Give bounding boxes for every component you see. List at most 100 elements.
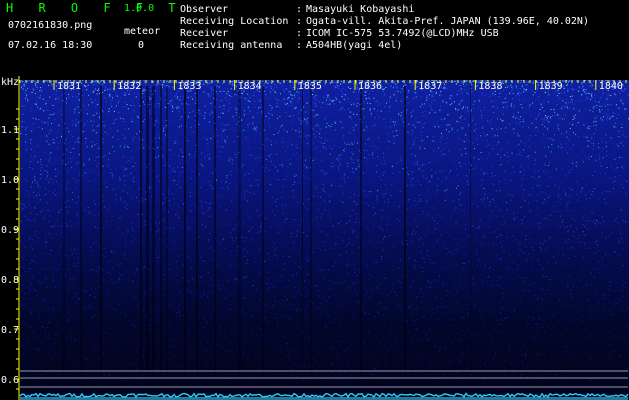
noise-speckle (209, 207, 210, 209)
noise-speckle (384, 171, 386, 173)
noise-speckle (290, 190, 292, 192)
noise-speckle (571, 95, 573, 97)
noise-speckle (600, 97, 601, 99)
noise-speckle (567, 81, 569, 83)
noise-speckle (94, 184, 96, 186)
noise-speckle (422, 325, 424, 327)
noise-speckle (38, 194, 40, 196)
noise-speckle (82, 346, 84, 347)
noise-speckle (163, 157, 165, 159)
noise-speckle (165, 86, 167, 88)
noise-speckle (275, 98, 277, 100)
noise-speckle (601, 216, 603, 217)
noise-speckle (289, 85, 291, 87)
noise-speckle (400, 310, 402, 312)
noise-speckle (244, 98, 246, 99)
noise-speckle (98, 83, 100, 85)
noise-speckle (533, 142, 535, 144)
noise-speckle (97, 227, 99, 229)
noise-speckle (502, 296, 504, 298)
noise-speckle (527, 284, 529, 286)
noise-speckle (38, 272, 40, 274)
noise-speckle (509, 123, 511, 125)
noise-speckle (344, 175, 346, 177)
antenna-label: Receiving antenna (180, 40, 283, 51)
noise-speckle (588, 140, 590, 142)
noise-speckle (513, 364, 515, 366)
noise-speckle (358, 163, 360, 165)
noise-speckle (539, 223, 541, 225)
noise-speckle (548, 238, 550, 240)
noise-speckle (231, 243, 233, 245)
noise-speckle (433, 150, 435, 152)
noise-speckle (447, 242, 449, 244)
noise-speckle (498, 154, 500, 156)
noise-speckle (551, 144, 553, 146)
noise-speckle (373, 108, 375, 110)
noise-speckle (367, 97, 369, 99)
noise-speckle (193, 332, 195, 334)
noise-speckle (441, 153, 443, 155)
noise-speckle (384, 325, 386, 327)
noise-speckle (598, 143, 600, 145)
noise-speckle (503, 369, 505, 371)
noise-speckle (53, 226, 55, 228)
noise-speckle (133, 120, 135, 122)
noise-speckle (247, 99, 249, 101)
noise-speckle (241, 119, 242, 121)
noise-speckle (472, 80, 474, 81)
noise-speckle (548, 367, 550, 369)
noise-speckle (119, 218, 121, 219)
noise-speckle (619, 356, 621, 358)
noise-speckle (162, 90, 164, 91)
noise-speckle (500, 347, 502, 349)
noise-speckle (533, 115, 535, 117)
noise-speckle (112, 146, 114, 148)
noise-speckle (539, 339, 540, 341)
noise-speckle (133, 249, 135, 251)
noise-speckle (541, 124, 543, 125)
noise-speckle (124, 206, 126, 208)
noise-speckle (383, 88, 385, 90)
noise-speckle (220, 117, 221, 119)
noise-speckle (285, 337, 287, 339)
noise-speckle (386, 229, 388, 231)
noise-speckle (554, 184, 556, 186)
noise-speckle (545, 92, 546, 94)
noise-speckle (479, 310, 481, 312)
noise-speckle (267, 278, 269, 280)
noise-speckle (506, 317, 507, 319)
noise-speckle (172, 242, 173, 244)
noise-speckle (454, 81, 456, 82)
noise-speckle (125, 242, 127, 244)
noise-speckle (538, 317, 540, 318)
noise-speckle (128, 128, 130, 130)
noise-speckle (459, 356, 460, 358)
receiver-label: Receiver (180, 28, 229, 39)
noise-speckle (622, 134, 624, 136)
noise-speckle (500, 148, 502, 150)
noise-speckle (432, 245, 434, 247)
noise-speckle (343, 142, 345, 144)
noise-speckle (601, 257, 603, 259)
noise-speckle (602, 357, 604, 359)
noise-speckle (342, 194, 344, 196)
noise-speckle (589, 304, 591, 306)
noise-speckle (582, 91, 584, 93)
noise-speckle (180, 99, 182, 101)
noise-speckle (83, 105, 85, 107)
noise-speckle (621, 141, 622, 143)
noise-speckle (505, 183, 507, 185)
noise-speckle (220, 206, 222, 208)
noise-speckle (272, 202, 274, 204)
noise-speckle (565, 304, 567, 305)
noise-speckle (440, 311, 442, 313)
noise-speckle (506, 102, 508, 104)
noise-speckle (415, 296, 417, 298)
noise-speckle (208, 181, 210, 183)
noise-speckle (292, 189, 294, 191)
noise-speckle (125, 294, 126, 295)
noise-speckle (179, 175, 181, 177)
noise-speckle (36, 87, 38, 89)
noise-speckle (307, 294, 309, 296)
